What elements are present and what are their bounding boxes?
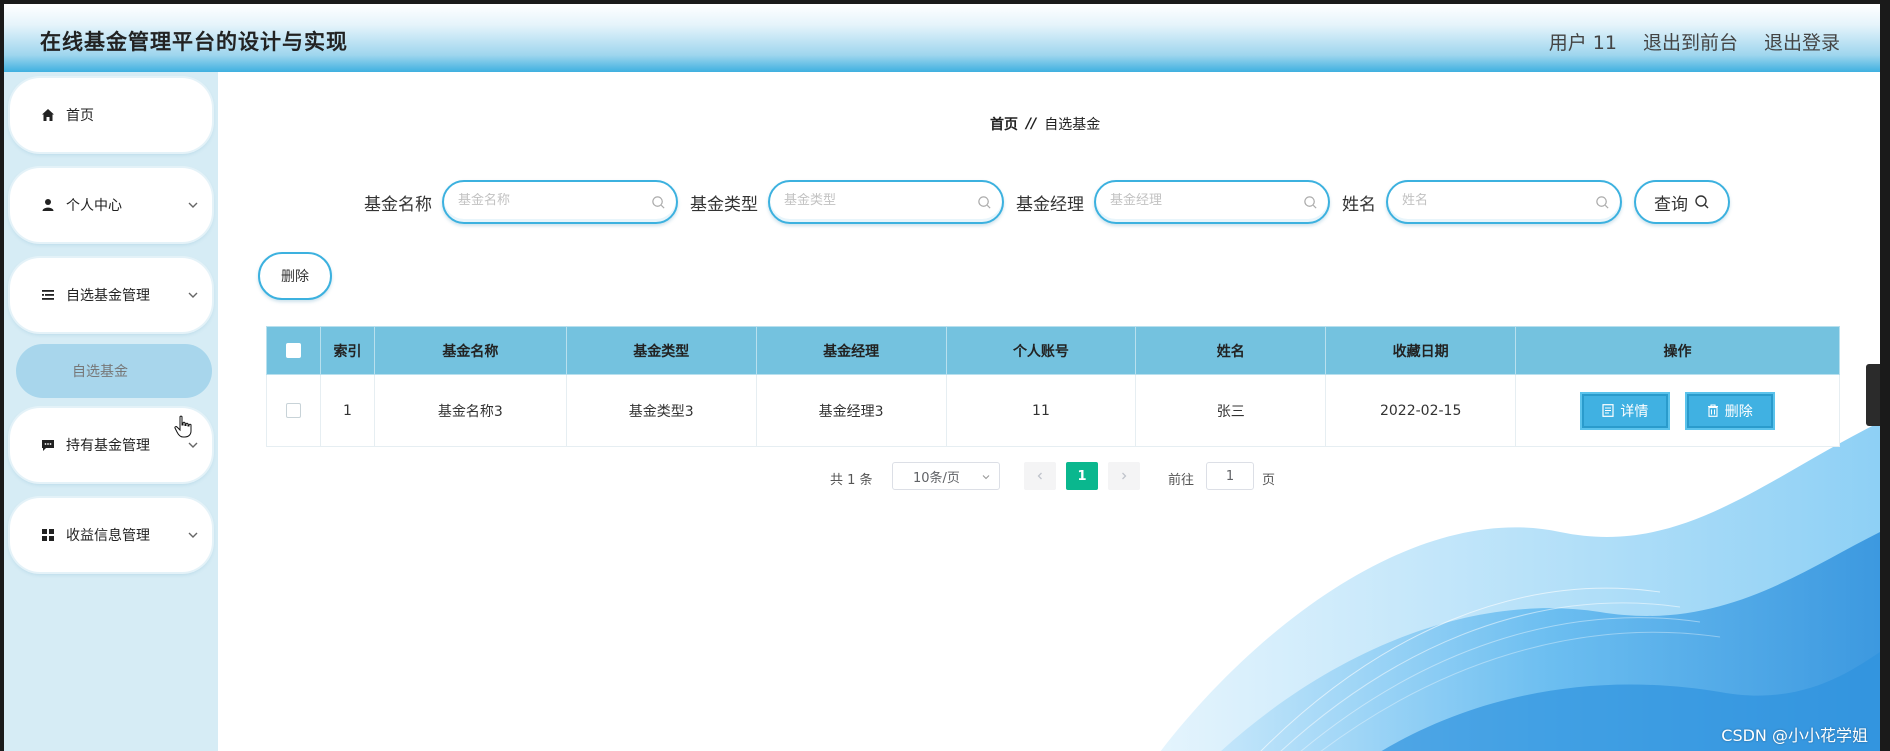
document-icon: [1602, 404, 1614, 417]
person-name-cell: 张三: [1135, 374, 1327, 447]
column-header: 收藏日期: [1325, 326, 1517, 375]
column-header: 基金名称: [373, 326, 567, 375]
fund-name-input[interactable]: [458, 193, 638, 208]
column-header: 索引: [319, 326, 375, 375]
watchlist-table: 索引 基金名称 基金类型 基金经理 个人账号 姓名 收藏日期 操作 1 基金名称…: [266, 326, 1840, 447]
chevron-down-icon: [188, 292, 198, 298]
query-button-label: 查询: [1654, 194, 1688, 215]
app-frame: 在线基金管理平台的设计与实现 用户 11 退出到前台 退出登录 首页 个人中心 …: [4, 4, 1880, 751]
search-icon: [1596, 196, 1609, 209]
sidebar: 首页 个人中心 自选基金管理 自选基金 持有基金管理 收益信息管理: [4, 72, 218, 751]
main-content: 首页 // 自选基金 基金名称 基金类型 基金经理 姓名: [218, 72, 1880, 751]
fund-name-label: 基金名称: [364, 195, 432, 215]
user-icon: [40, 197, 56, 213]
sidebar-item-label: 首页: [66, 108, 94, 124]
sidebar-item-label: 持有基金管理: [66, 438, 150, 454]
chevron-down-icon: [982, 475, 990, 480]
detail-button-label: 详情: [1620, 403, 1649, 420]
batch-delete-button[interactable]: 删除: [258, 252, 332, 300]
account-cell: 11: [945, 374, 1137, 447]
next-page-button[interactable]: [1108, 462, 1140, 490]
index-cell: 1: [319, 374, 375, 447]
chevron-down-icon: [188, 202, 198, 208]
chevron-down-icon: [188, 532, 198, 538]
pagination: 共 1 条 10条/页 1 前往 1 页: [218, 462, 1880, 492]
goto-label: 前往: [1168, 473, 1195, 488]
search-icon: [1304, 196, 1317, 209]
select-all-cell: [266, 326, 321, 375]
list-icon: [40, 287, 56, 303]
select-all-checkbox[interactable]: [285, 343, 301, 358]
fund-manager-field: [1094, 180, 1330, 224]
sidebar-item-label: 自选基金管理: [66, 288, 150, 304]
page-number-current[interactable]: 1: [1066, 462, 1098, 490]
breadcrumb-separator: //: [1026, 116, 1037, 132]
row-select-cell: [266, 374, 321, 447]
grid-icon: [40, 527, 56, 543]
page-size-select[interactable]: 10条/页: [892, 462, 1000, 490]
fund-type-label: 基金类型: [690, 195, 758, 215]
fund-manager-label: 基金经理: [1016, 195, 1084, 215]
actions-cell: 详情 删除: [1515, 374, 1840, 447]
fund-name-field: [442, 180, 678, 224]
side-panel-handle[interactable]: [1866, 364, 1880, 426]
watermark: CSDN @小小花学姐: [1721, 726, 1868, 745]
fund-type-input[interactable]: [784, 193, 964, 208]
chevron-right-icon: [1122, 472, 1127, 480]
header-links: 用户 11 退出到前台 退出登录: [1549, 28, 1840, 55]
sidebar-item-earnings-management[interactable]: 收益信息管理: [10, 498, 212, 572]
chevron-down-icon: [188, 442, 198, 448]
fund-type-field: [768, 180, 1004, 224]
column-header: 基金经理: [755, 326, 947, 375]
table-header-row: 索引 基金名称 基金类型 基金经理 个人账号 姓名 收藏日期 操作: [266, 326, 1840, 375]
name-input[interactable]: [1402, 193, 1582, 208]
sidebar-item-label: 收益信息管理: [66, 528, 150, 544]
page-size-value: 10条/页: [913, 470, 960, 486]
sidebar-item-label: 个人中心: [66, 198, 122, 214]
fund-type-cell: 基金类型3: [565, 374, 757, 447]
sidebar-item-watchlist-management[interactable]: 自选基金管理: [10, 258, 212, 332]
breadcrumb: 首页 // 自选基金: [990, 114, 1100, 134]
search-icon: [978, 196, 991, 209]
search-icon: [1695, 195, 1709, 209]
sidebar-subitem-watchlist[interactable]: 自选基金: [16, 344, 212, 398]
app-title: 在线基金管理平台的设计与实现: [40, 30, 348, 54]
fund-manager-input[interactable]: [1110, 193, 1290, 208]
query-button[interactable]: 查询: [1634, 180, 1730, 224]
sidebar-item-personal-center[interactable]: 个人中心: [10, 168, 212, 242]
fund-name-cell: 基金名称3: [373, 374, 567, 447]
table-row: 1 基金名称3 基金类型3 基金经理3 11 张三 2022-02-15 详情: [266, 374, 1840, 447]
search-icon: [652, 196, 665, 209]
prev-page-button[interactable]: [1024, 462, 1056, 490]
name-field: [1386, 180, 1622, 224]
column-header: 操作: [1515, 326, 1840, 375]
goto-page-input[interactable]: 1: [1206, 462, 1254, 490]
fund-manager-cell: 基金经理3: [755, 374, 947, 447]
column-header: 个人账号: [945, 326, 1137, 375]
pagination-total: 共 1 条: [830, 473, 873, 488]
detail-button[interactable]: 详情: [1580, 391, 1671, 430]
favorite-date-cell: 2022-02-15: [1325, 374, 1517, 447]
name-label: 姓名: [1342, 195, 1376, 215]
breadcrumb-current: 自选基金: [1044, 117, 1101, 133]
trash-icon: [1707, 404, 1718, 417]
search-bar: 基金名称 基金类型 基金经理 姓名 查询: [218, 180, 1880, 224]
column-header: 姓名: [1135, 326, 1327, 375]
top-header: 在线基金管理平台的设计与实现 用户 11 退出到前台 退出登录: [4, 4, 1880, 72]
logout-link[interactable]: 退出登录: [1764, 28, 1840, 55]
column-header: 基金类型: [565, 326, 757, 375]
row-checkbox[interactable]: [285, 403, 301, 418]
hand-cursor-icon: [174, 415, 192, 438]
row-delete-button-label: 删除: [1724, 403, 1753, 420]
home-icon: [40, 107, 56, 123]
goto-unit-label: 页: [1262, 473, 1276, 488]
chevron-left-icon: [1037, 472, 1042, 480]
breadcrumb-home[interactable]: 首页: [990, 114, 1018, 134]
chat-icon: [40, 437, 56, 453]
current-user-link[interactable]: 用户 11: [1549, 28, 1617, 55]
sidebar-item-home[interactable]: 首页: [10, 78, 212, 152]
row-delete-button[interactable]: 删除: [1684, 391, 1775, 430]
exit-to-front-link[interactable]: 退出到前台: [1643, 28, 1738, 55]
